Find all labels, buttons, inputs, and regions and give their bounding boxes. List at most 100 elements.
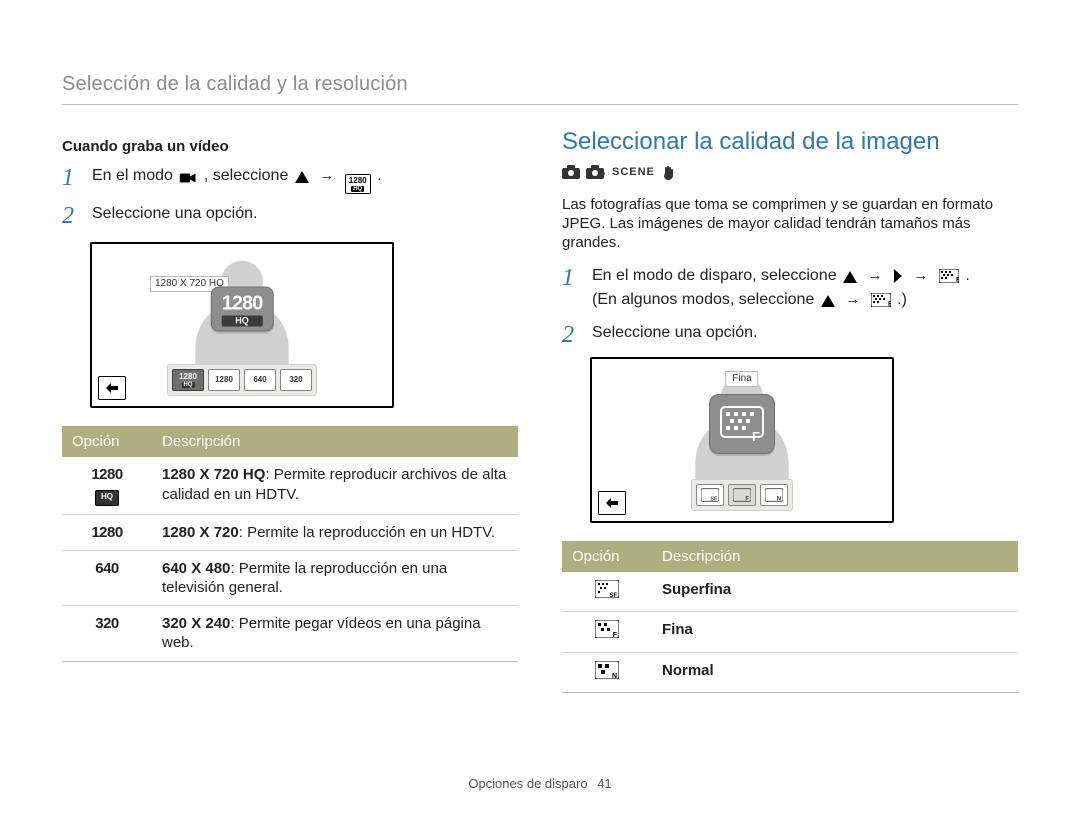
section-title: Seleccionar la calidad de la imagen (562, 127, 1018, 158)
opt-desc: 1280 X 720 HQ: Permite reproducir archiv… (152, 457, 518, 514)
th-option: Opción (562, 541, 652, 572)
thumb-fine[interactable]: F (728, 484, 756, 506)
page-header: Selección de la calidad y la resolución (62, 72, 1018, 105)
up-triangle-icon (295, 169, 309, 189)
opt-icon: 1280 HQ (62, 457, 152, 514)
t: En el modo (92, 167, 173, 184)
thumb-1280hq[interactable]: 1280HQ (172, 369, 204, 391)
quality-f-icon: F (939, 269, 959, 289)
opt-icon: 640 (62, 550, 152, 605)
svg-text:F: F (956, 277, 959, 283)
t: En el modo de disparo, seleccione (592, 267, 837, 284)
step-number: 1 (562, 266, 582, 290)
scene-icon: SCENE (612, 165, 655, 186)
quality-f-big-icon: F (709, 394, 775, 454)
opt-desc: Fina (652, 612, 1018, 652)
preview-label: Fina (725, 371, 758, 387)
step-text: Seleccione una opción. (592, 323, 1018, 343)
preview-badge: 1280HQ (211, 287, 274, 332)
hand-icon (661, 165, 677, 186)
step-2: 2 Seleccione una opción. (562, 323, 1018, 347)
svg-text:F: F (752, 429, 760, 442)
thumb-640[interactable]: 640 (244, 369, 276, 391)
mode-icons: P SCENE (562, 165, 1018, 186)
page-number: 41 (597, 776, 611, 791)
steps-right: 1 En el modo de disparo, seleccione → → … (562, 266, 1018, 347)
th-desc: Descripción (152, 426, 518, 457)
arrow-icon: → (868, 266, 883, 285)
back-button[interactable] (598, 491, 626, 515)
table-row: 1280 1280 X 720: Permite la reproducción… (62, 514, 518, 550)
t: , seleccione (204, 167, 289, 184)
t: . (965, 267, 969, 284)
quality-table: Opción Descripción SF Superfina F (562, 541, 1018, 693)
svg-text:F: F (613, 632, 618, 638)
page: Selección de la calidad y la resolución … (0, 0, 1080, 815)
video-res-table: Opción Descripción 1280 HQ 1280 X 720 HQ… (62, 426, 518, 661)
step-text: En el modo , seleccione → 1280HQ . (92, 166, 518, 195)
table-row: 640 640 X 480: Permite la reproducción e… (62, 550, 518, 605)
preview-badge: F (709, 394, 775, 454)
camera-p-icon: P (586, 165, 606, 186)
table-row: N Normal (562, 652, 1018, 692)
svg-text:F: F (745, 495, 749, 502)
svg-text:F: F (888, 301, 891, 307)
footer-section: Opciones de disparo (468, 776, 587, 791)
video-preview: 1280 X 720 HQ 1280HQ 1280HQ 1280 640 320 (90, 242, 394, 408)
col-left: Cuando graba un vídeo 1 En el modo , sel… (62, 127, 518, 693)
opt-icon: 320 (62, 606, 152, 661)
thumb-320[interactable]: 320 (280, 369, 312, 391)
opt-icon: N (562, 652, 652, 692)
t: (En algunos modos, seleccione (592, 291, 814, 308)
svg-text:P: P (600, 172, 605, 179)
opt-desc: Superfina (652, 572, 1018, 612)
arrow-icon: → (913, 266, 928, 285)
opt-desc: Normal (652, 652, 1018, 692)
opt-desc: 1280 X 720: Permite la reproducción en u… (152, 514, 518, 550)
quality-f-icon: F (871, 293, 891, 313)
res-icon-1280hq: 1280HQ (345, 174, 371, 194)
step-number: 2 (62, 204, 82, 228)
intro-text: Las fotografías que toma se comprimen y … (562, 195, 1018, 253)
step-number: 2 (562, 323, 582, 347)
step-2: 2 Seleccione una opción. (62, 204, 518, 228)
svg-text:N: N (612, 673, 617, 679)
th-option: Opción (62, 426, 152, 457)
table-row: 320 320 X 240: Permite pegar vídeos en u… (62, 606, 518, 661)
thumb-superfine[interactable]: SF (696, 484, 724, 506)
steps-left: 1 En el modo , seleccione → 1280HQ (62, 166, 518, 229)
t: . (377, 167, 381, 184)
subhead-video: Cuando graba un vídeo (62, 137, 518, 156)
step-number: 1 (62, 166, 82, 190)
arrow-icon: → (845, 290, 860, 309)
t: .) (897, 291, 907, 308)
columns: Cuando graba un vídeo 1 En el modo , sel… (62, 127, 1018, 693)
up-triangle-icon (821, 293, 835, 313)
svg-text:SF: SF (710, 496, 718, 502)
up-triangle-icon (843, 269, 857, 289)
arrow-icon: → (319, 166, 334, 185)
camera-icon (562, 165, 580, 186)
th-desc: Descripción (652, 541, 1018, 572)
chevron-right-icon (893, 269, 903, 289)
thumb-row: SF F N (691, 479, 793, 511)
thumb-row: 1280HQ 1280 640 320 (167, 364, 317, 396)
table-row: SF Superfina (562, 572, 1018, 612)
quality-preview: Fina F SF (590, 357, 894, 523)
step-text: Seleccione una opción. (92, 204, 518, 224)
video-mode-icon (179, 169, 197, 189)
opt-desc: 640 X 480: Permite la reproducción en un… (152, 550, 518, 605)
svg-text:SF: SF (609, 593, 617, 598)
opt-icon: F (562, 612, 652, 652)
thumb-1280[interactable]: 1280 (208, 369, 240, 391)
table-row: 1280 HQ 1280 X 720 HQ: Permite reproduci… (62, 457, 518, 514)
thumb-normal[interactable]: N (760, 484, 788, 506)
table-row: F Fina (562, 612, 1018, 652)
back-button[interactable] (98, 376, 126, 400)
step-1: 1 En el modo de disparo, seleccione → → … (562, 266, 1018, 313)
opt-desc: 320 X 240: Permite pegar vídeos en una p… (152, 606, 518, 661)
opt-icon: 1280 (62, 514, 152, 550)
opt-icon: SF (562, 572, 652, 612)
step-1: 1 En el modo , seleccione → 1280HQ (62, 166, 518, 195)
page-footer: Opciones de disparo 41 (0, 776, 1080, 793)
